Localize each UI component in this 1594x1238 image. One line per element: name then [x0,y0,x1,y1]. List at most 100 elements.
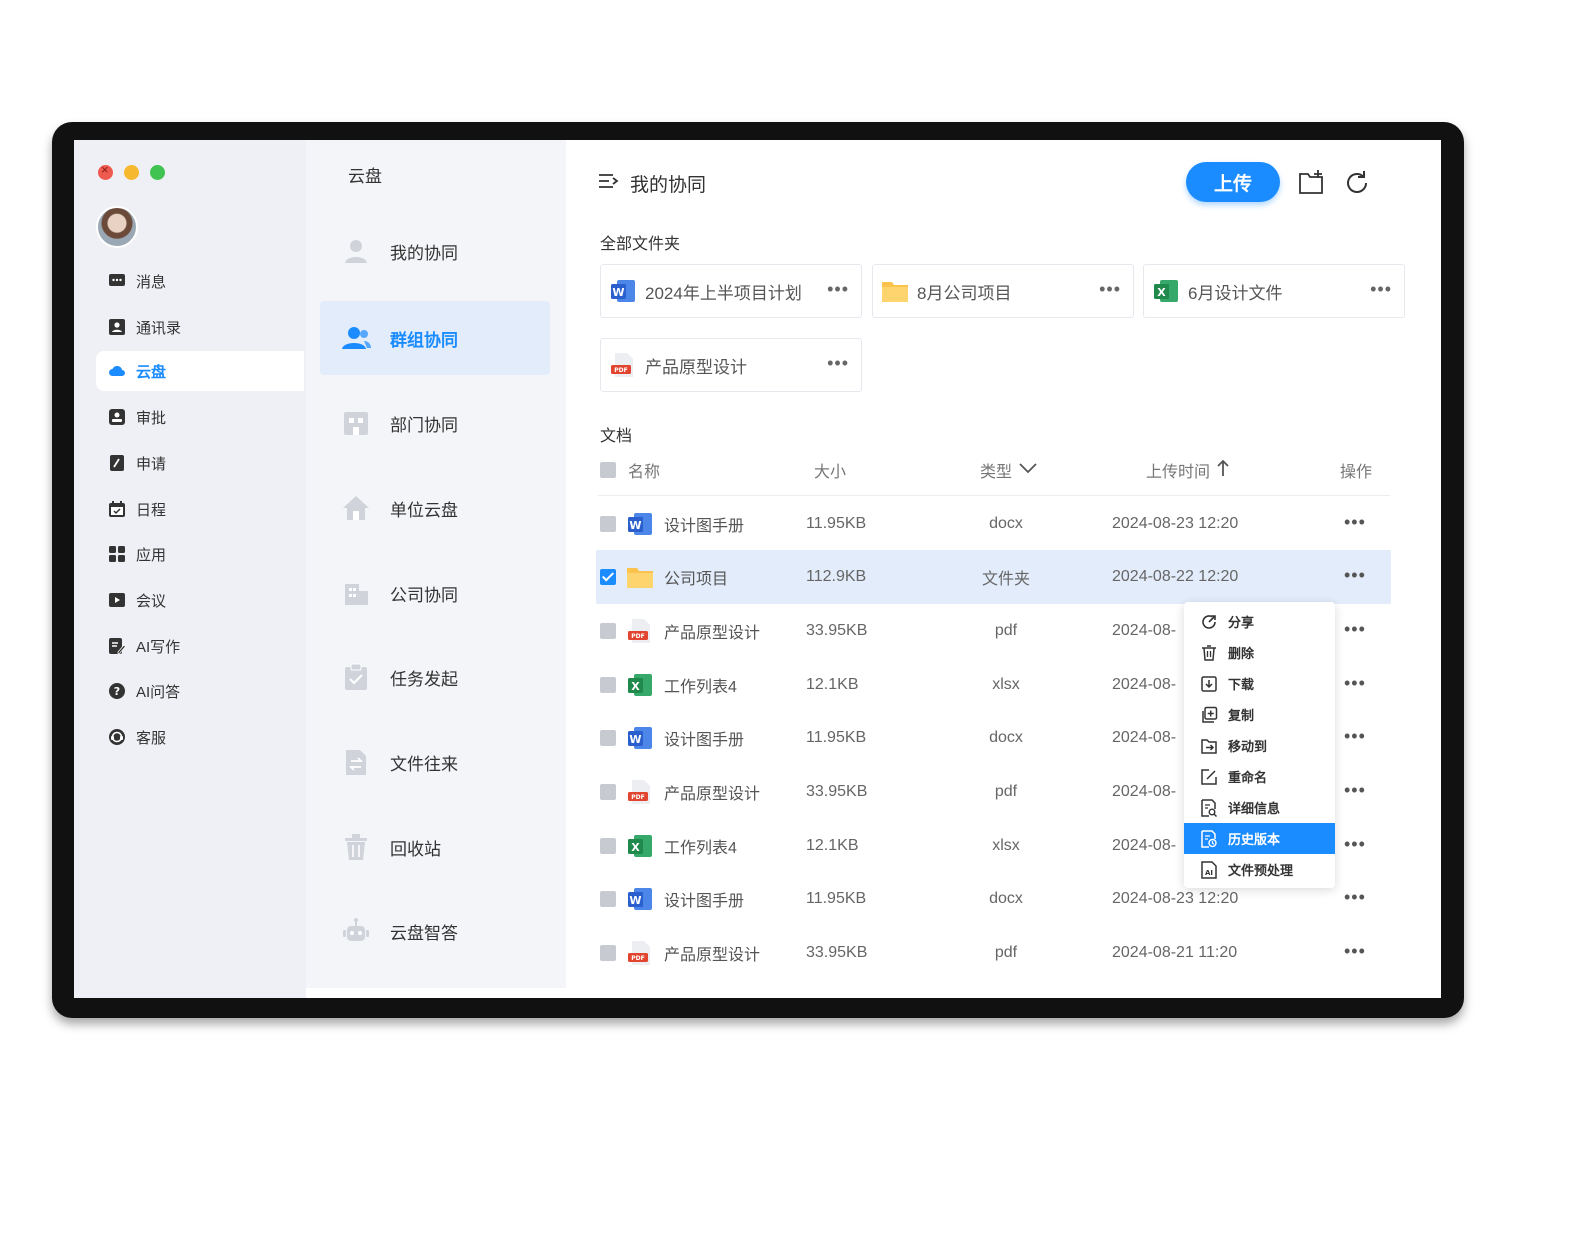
menu-item-delete[interactable]: 删除 [1184,637,1335,668]
select-all-checkbox[interactable] [600,462,616,478]
refresh-icon[interactable] [1342,168,1372,198]
row-more-options-icon[interactable]: ••• [1344,834,1366,855]
menu-item-details[interactable]: 详细信息 [1184,792,1335,823]
row-checkbox[interactable] [600,945,616,961]
more-options-icon[interactable]: ••• [827,353,849,374]
column-header-action: 操作 [1340,458,1372,482]
nav-item-my-collab[interactable]: 我的协同 [320,214,550,288]
folder-card[interactable]: 8月公司项目 ••• [872,264,1134,318]
menu-item-copy[interactable]: 复制 [1184,699,1335,730]
secondary-nav: 云盘 我的协同 群组协同 部门协同 单位云盘 公司协同 任务发起 文件往来 回收… [306,140,566,988]
home-icon [340,492,372,524]
upload-time: 2024-08- [1112,622,1177,639]
file-type: pdf [994,783,1018,800]
page-title-text: 我的协同 [630,175,707,196]
row-checkbox[interactable] [600,838,616,854]
rail-item-messages[interactable]: 消息 [96,261,304,301]
maximize-window-button[interactable] [150,165,165,180]
table-row[interactable]: W 设计图手册 11.95KB docx 2024-08-23 12:20 ••• [596,497,1391,551]
row-more-options-icon[interactable]: ••• [1344,619,1366,640]
upload-time: 2024-08-23 12:20 [1112,515,1239,532]
nav-item-company-collab[interactable]: 公司协同 [320,556,550,630]
column-header-name[interactable]: 名称 [600,458,660,482]
nav-item-cloud-qa[interactable]: 云盘智答 [320,894,550,968]
rail-item-calendar[interactable]: 日程 [96,489,304,529]
ai-qa-icon: ? [108,682,126,700]
table-row[interactable]: PDF 产品原型设计 33.95KB pdf 2024-08-21 11:20 ••• [596,926,1391,980]
file-name: 产品原型设计 [664,625,761,642]
table-row[interactable]: 公司项目 112.9KB 文件夹 2024-08-22 12:20 ••• [596,550,1391,604]
row-more-options-icon[interactable]: ••• [1344,673,1366,694]
file-name-cell: W 设计图手册 [626,497,744,551]
more-options-icon[interactable]: ••• [1099,279,1121,300]
rail-item-apply[interactable]: 申请 [96,443,304,483]
rail-item-ai-write[interactable]: AI写作 [96,626,304,666]
new-folder-icon[interactable] [1296,168,1326,198]
row-more-options-icon[interactable]: ••• [1344,780,1366,801]
rail-item-approval[interactable]: 审批 [96,397,304,437]
nav-item-file-exchange[interactable]: 文件往来 [320,725,550,799]
pdf-file-icon: PDF [626,939,654,967]
rail-item-contacts[interactable]: 通讯录 [96,307,304,347]
row-more-options-icon[interactable]: ••• [1344,565,1366,586]
more-options-icon[interactable]: ••• [827,279,849,300]
nav-item-task-launch[interactable]: 任务发起 [320,640,550,714]
folder-card[interactable]: W 2024年上半项目计划 ••• [600,264,862,318]
avatar[interactable] [96,206,138,248]
robot-icon [340,915,372,947]
menu-item-history-version[interactable]: 历史版本 [1184,823,1335,854]
row-more-options-icon[interactable]: ••• [1344,941,1366,962]
upload-button[interactable]: 上传 [1186,162,1280,202]
file-name-cell: X 工作列表4 [626,658,737,712]
rail-item-meeting[interactable]: 会议 [96,580,304,620]
folder-card[interactable]: PDF 产品原型设计 ••• [600,338,862,392]
nav-item-group-collab[interactable]: 群组协同 [320,301,550,375]
collapse-menu-icon[interactable] [598,172,620,196]
file-name-cell: W 设计图手册 [626,711,744,765]
rail-item-apps[interactable]: 应用 [96,534,304,574]
row-checkbox[interactable] [600,677,616,693]
close-window-button[interactable] [98,162,113,180]
folder-card[interactable]: X 6月设计文件 ••• [1143,264,1405,318]
menu-item-move-to[interactable]: 移动到 [1184,730,1335,761]
nav-item-department-collab[interactable]: 部门协同 [320,386,550,460]
rail-item-ai-qa[interactable]: ? AI问答 [96,671,304,711]
svg-text:X: X [631,680,640,693]
row-checkbox[interactable] [600,730,616,746]
upload-time: 2024-08- [1112,837,1177,854]
row-more-options-icon[interactable]: ••• [1344,726,1366,747]
column-header-label: 操作 [1340,464,1373,481]
row-checkbox[interactable] [600,516,616,532]
minimize-window-button[interactable] [124,165,139,180]
row-checkbox[interactable] [600,891,616,907]
file-name: 产品原型设计 [664,947,761,964]
file-type: docx [989,890,1023,907]
row-checkbox[interactable] [600,784,616,800]
building-icon [340,577,372,609]
menu-item-share[interactable]: 分享 [1184,606,1335,637]
rail-item-support[interactable]: 客服 [96,717,304,757]
folder-icon [881,277,909,305]
row-more-options-icon[interactable]: ••• [1344,887,1366,908]
row-checkbox[interactable] [600,623,616,639]
svg-text:W: W [629,733,641,746]
nav-item-label: 公司协同 [390,585,458,605]
more-options-icon[interactable]: ••• [1370,279,1392,300]
column-header-time[interactable]: 上传时间 [1146,458,1230,482]
svg-text:W: W [629,894,641,907]
menu-item-file-preprocess[interactable]: AI 文件预处理 [1184,854,1335,885]
menu-item-rename[interactable]: 重命名 [1184,761,1335,792]
rail-item-label: AI写作 [136,638,181,656]
folders-section-label: 全部文件夹 [600,236,681,253]
file-name-cell: PDF 产品原型设计 [626,604,760,658]
word-file-icon: W [609,277,637,305]
column-header-type[interactable]: 类型 [980,458,1038,482]
menu-item-download[interactable]: 下载 [1184,668,1335,699]
nav-item-recycle-bin[interactable]: 回收站 [320,810,550,884]
row-checkbox[interactable] [600,569,616,585]
menu-item-label: 文件预处理 [1228,863,1294,878]
nav-item-unit-cloud[interactable]: 单位云盘 [320,471,550,545]
rail-item-cloud[interactable]: 云盘 [96,351,304,391]
row-more-options-icon[interactable]: ••• [1344,512,1366,533]
menu-item-label: 移动到 [1228,739,1268,754]
